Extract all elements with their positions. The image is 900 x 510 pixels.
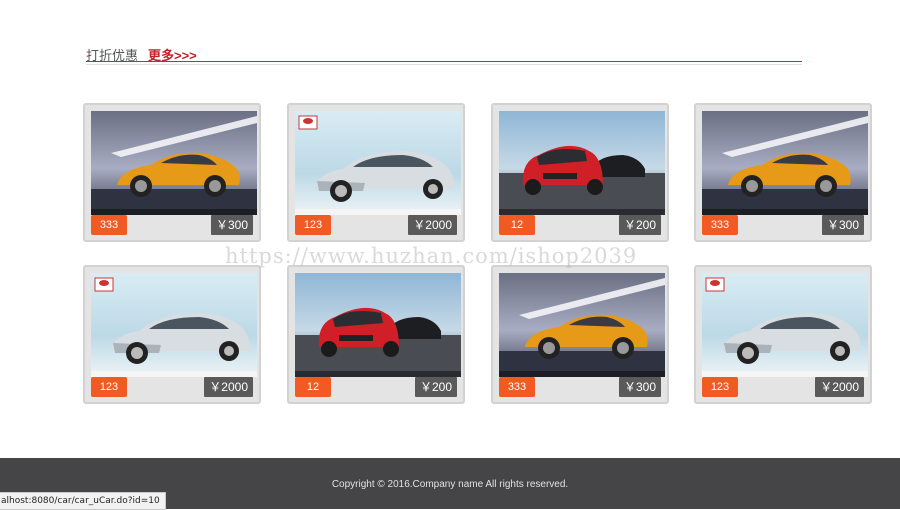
- price-tag: ￥2000: [815, 377, 864, 397]
- price-tag: ￥200: [618, 215, 661, 235]
- discount-badge: 123: [91, 377, 127, 397]
- price-tag: ￥300: [618, 377, 661, 397]
- car-photo-yellow-coupe[interactable]: [499, 273, 665, 377]
- product-card[interactable]: 12 ￥200: [287, 265, 465, 404]
- discount-badge: 333: [91, 215, 127, 235]
- status-bar-url: alhost:8080/car/car_uCar.do?id=10: [0, 492, 166, 510]
- discount-badge: 333: [499, 377, 535, 397]
- price-tag: ￥300: [210, 215, 253, 235]
- car-photo-red-bmw[interactable]: [499, 111, 665, 215]
- car-photo-yellow-coupe[interactable]: [702, 111, 868, 215]
- product-card[interactable]: 123 ￥2000: [694, 265, 872, 404]
- car-photo-silver-sedan[interactable]: [91, 273, 257, 377]
- price-tag: ￥2000: [408, 215, 457, 235]
- car-photo-silver-sedan[interactable]: [295, 111, 461, 215]
- product-card[interactable]: 333 ￥300: [83, 103, 261, 242]
- product-card[interactable]: 333 ￥300: [491, 265, 669, 404]
- section-divider-light: [86, 64, 802, 65]
- product-grid: 333 ￥300 123 ￥2000 12 ￥200 333 ￥300 123 …: [83, 103, 877, 409]
- section-divider: [86, 61, 802, 62]
- copyright-text: Copyright © 2016.Company name All rights…: [331, 479, 569, 490]
- car-photo-silver-sedan[interactable]: [702, 273, 868, 377]
- section-header: 打折优惠 更多>>>: [86, 44, 802, 66]
- price-tag: ￥200: [414, 377, 457, 397]
- discount-badge: 12: [295, 377, 331, 397]
- product-card[interactable]: 333 ￥300: [694, 103, 872, 242]
- product-card[interactable]: 123 ￥2000: [83, 265, 261, 404]
- discount-badge: 333: [702, 215, 738, 235]
- product-card[interactable]: 123 ￥2000: [287, 103, 465, 242]
- discount-badge: 123: [295, 215, 331, 235]
- price-tag: ￥300: [821, 215, 864, 235]
- car-photo-red-bmw[interactable]: [295, 273, 461, 377]
- discount-badge: 12: [499, 215, 535, 235]
- price-tag: ￥2000: [204, 377, 253, 397]
- discount-badge: 123: [702, 377, 738, 397]
- product-card[interactable]: 12 ￥200: [491, 103, 669, 242]
- car-photo-yellow-coupe[interactable]: [91, 111, 257, 215]
